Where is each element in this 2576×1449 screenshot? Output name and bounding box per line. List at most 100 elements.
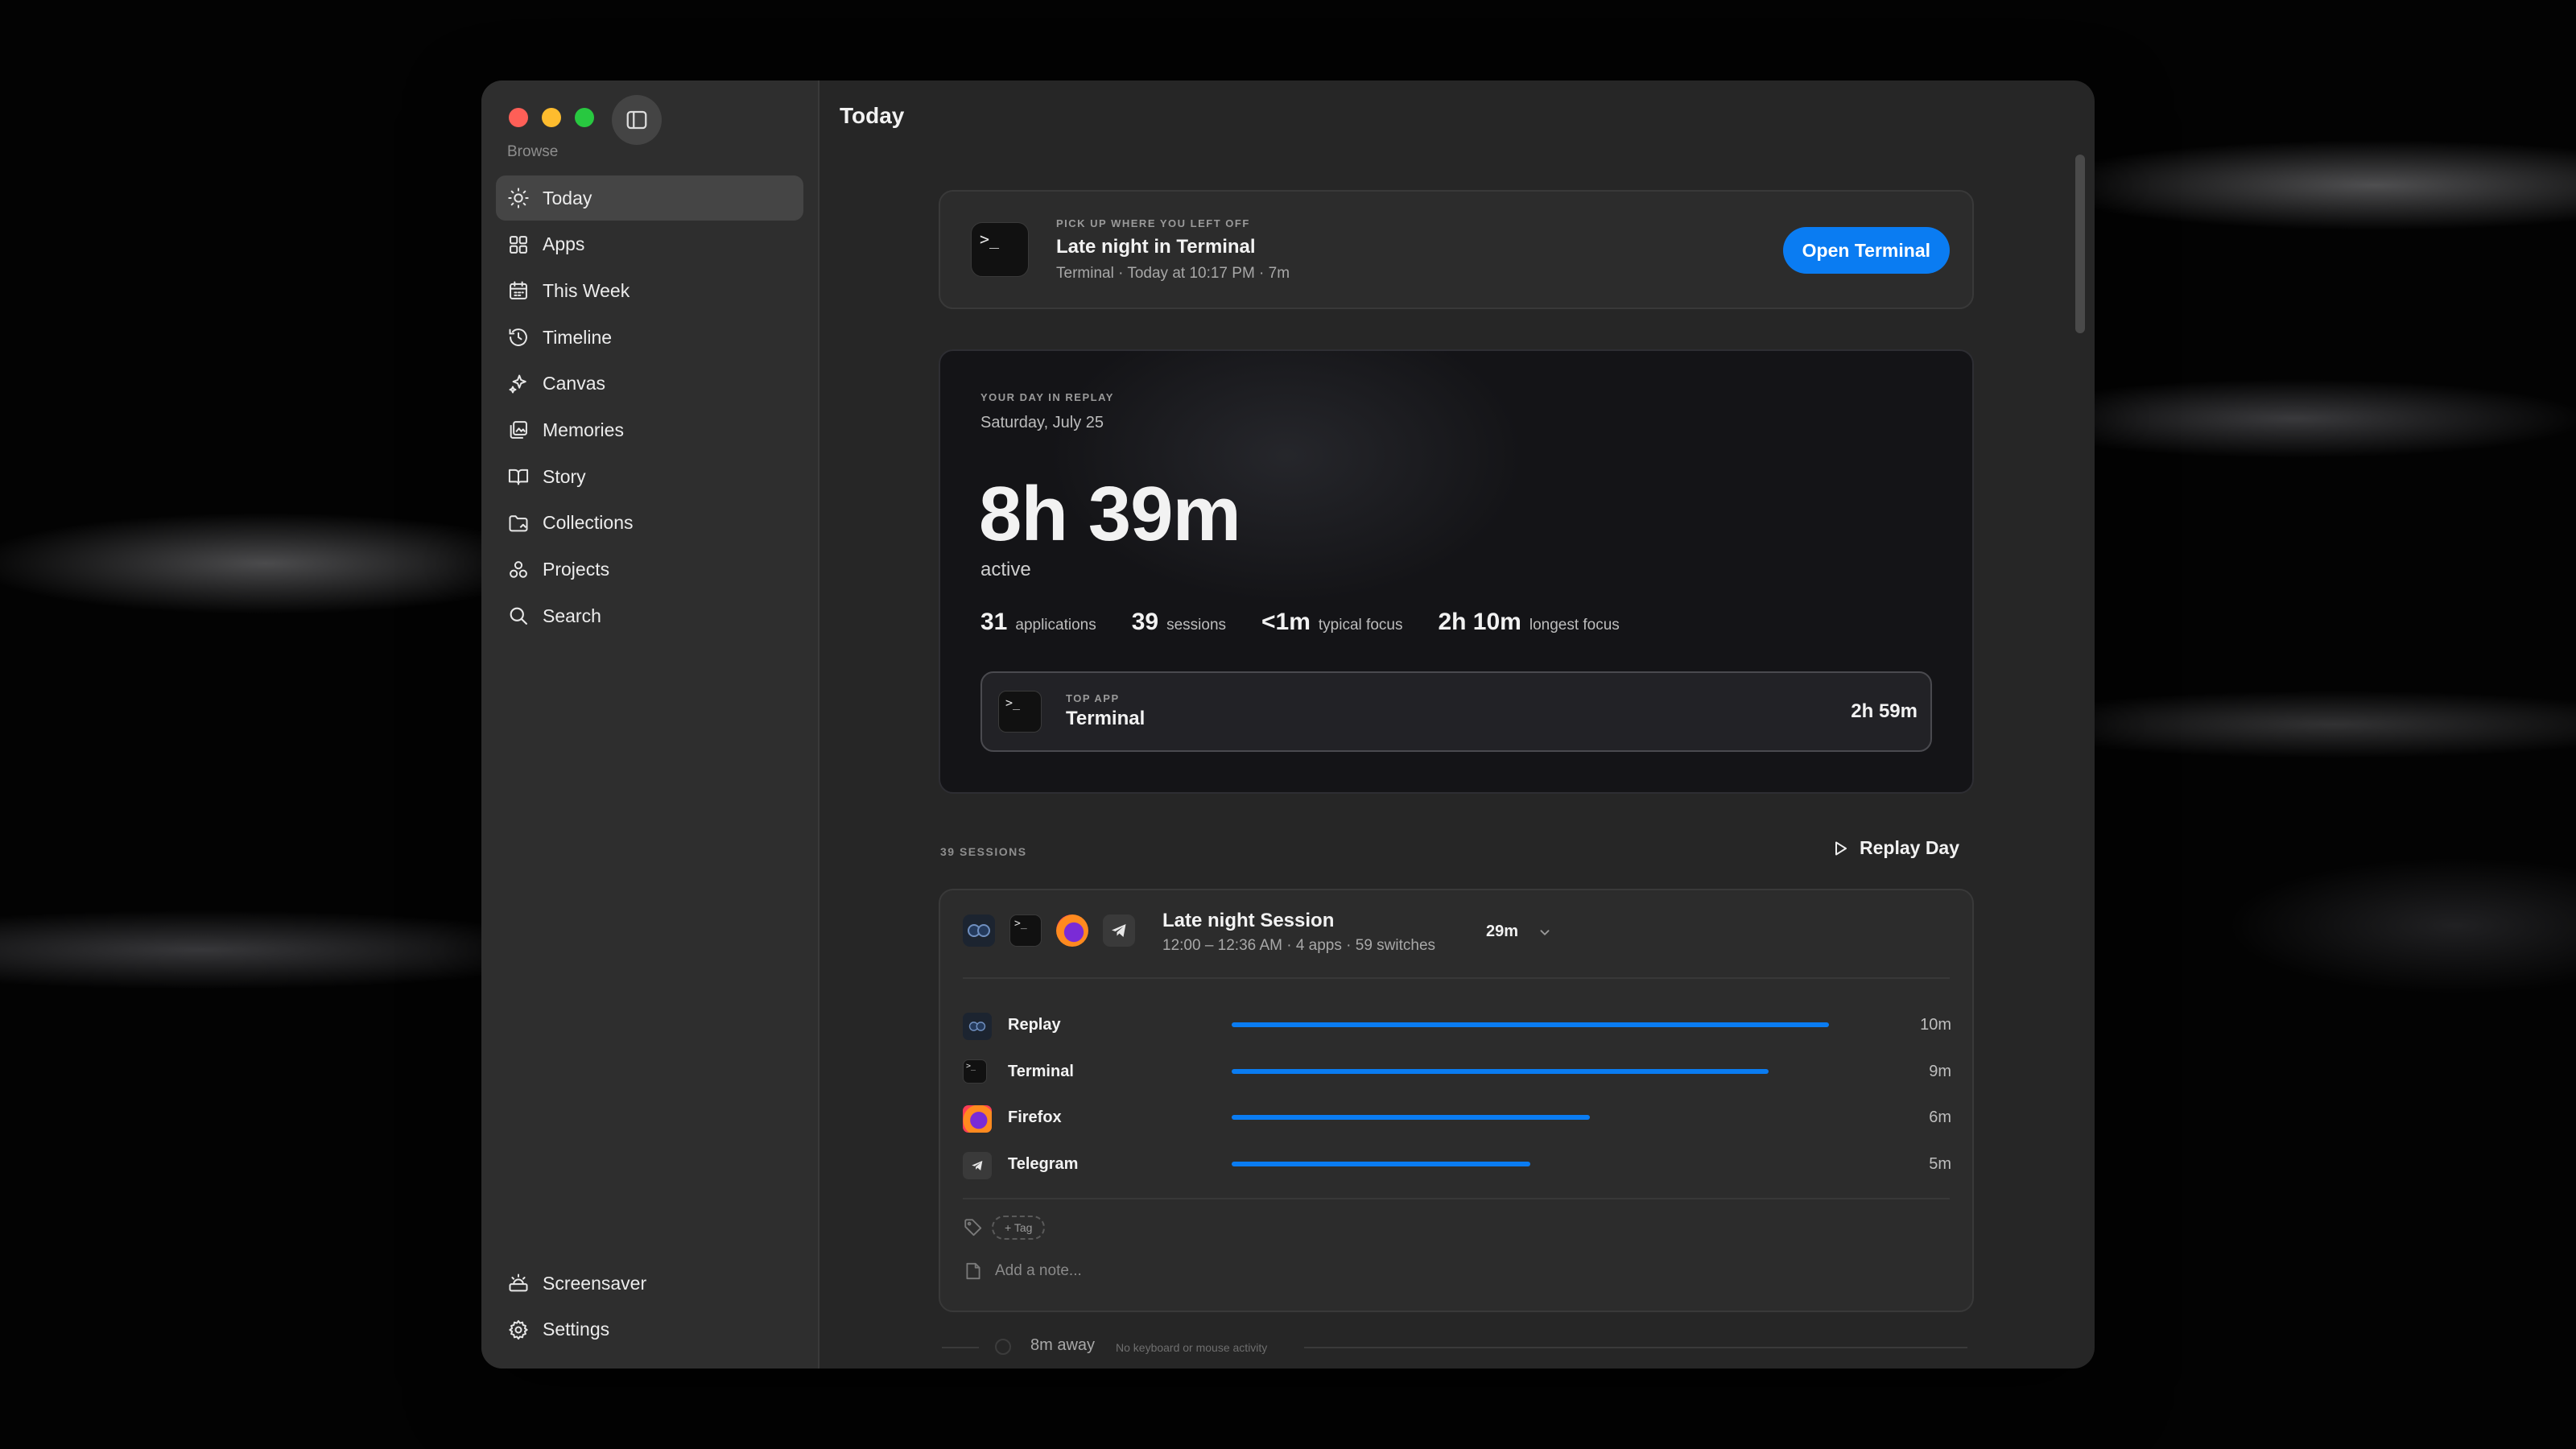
app-usage-bar-fill — [1232, 1022, 1829, 1027]
play-icon — [1835, 841, 1847, 855]
book-icon — [508, 469, 529, 485]
stat-value: <1m — [1261, 609, 1311, 635]
page-title: Today — [840, 103, 905, 128]
sidebar-item-timeline[interactable]: Timeline — [496, 315, 803, 360]
sidebar-item-apps[interactable]: Apps — [496, 222, 803, 267]
shapes-icon — [510, 560, 527, 578]
top-app-row[interactable]: >_ TOP APP Terminal 2h 59m — [980, 671, 1932, 752]
sidebar-item-memories[interactable]: Memories — [496, 407, 803, 452]
terminal-app-icon: >_ — [963, 1059, 987, 1084]
stat-label: sessions — [1166, 617, 1227, 634]
sidebar-item-label: Settings — [543, 1319, 610, 1340]
folder-icon — [509, 515, 528, 532]
sidebar-item-this-week[interactable]: This Week — [496, 268, 803, 313]
total-active-time: 8h 39m — [979, 471, 1241, 557]
stat-longest-focus: 2h 10m longest focus — [1438, 609, 1619, 636]
calendar-icon — [510, 281, 527, 300]
away-description: No keyboard or mouse activity — [1116, 1341, 1268, 1354]
terminal-prompt-icon: >_ — [980, 229, 1000, 249]
sparkles-icon — [509, 374, 526, 394]
stat-value: 2h 10m — [1438, 609, 1521, 635]
sessions-count-label: 39 SESSIONS — [940, 845, 1027, 858]
replay-day-label: Replay Day — [1860, 837, 1960, 858]
stat-label: typical focus — [1318, 617, 1403, 634]
terminal-app-icon: >_ — [971, 222, 1029, 277]
session-meta: 12:00 – 12:36 AM · 4 apps · 59 switches — [1162, 937, 1436, 954]
top-app-time: 2h 59m — [1851, 700, 1918, 722]
main-content: Today >_ PICK UP WHERE YOU LEFT OFF Late… — [819, 80, 2095, 1368]
open-terminal-button[interactable]: Open Terminal — [1782, 227, 1950, 274]
scrollbar-thumb[interactable] — [2075, 155, 2085, 333]
sidebar-item-label: Screensaver — [543, 1272, 647, 1294]
stat-typical-focus: <1m typical focus — [1261, 609, 1402, 636]
app-usage-name: Replay — [1008, 1016, 1061, 1034]
stat-applications: 31 applications — [980, 609, 1096, 636]
close-window-button[interactable] — [509, 108, 528, 127]
history-icon — [509, 328, 527, 346]
app-usage-row[interactable]: Replay 10m — [963, 1003, 1951, 1050]
stat-label: applications — [1015, 617, 1096, 634]
session-app-breakdown: Replay 10m >_ Terminal 9m Firefox 6m Tel… — [963, 1003, 1951, 1188]
app-usage-bar — [1232, 1115, 1850, 1121]
replay-logo-icon — [968, 1022, 986, 1031]
resume-meta: Terminal · Today at 10:17 PM · 7m — [1056, 265, 1290, 282]
chevron-down-icon — [1540, 929, 1550, 935]
app-usage-row[interactable]: >_ Terminal 9m — [963, 1050, 1951, 1096]
app-usage-bar — [1232, 1022, 1850, 1027]
tag-row: + Tag — [963, 1216, 1046, 1240]
away-line-left — [942, 1347, 979, 1348]
day-stats: 31 applications 39 sessions <1m typical foc… — [980, 609, 1620, 636]
terminal-prompt-icon: >_ — [1005, 696, 1021, 710]
sidebar-item-canvas[interactable]: Canvas — [496, 361, 803, 407]
sidebar-bottom-nav: Screensaver Settings — [496, 1261, 803, 1353]
app-usage-time: 6m — [1929, 1108, 1951, 1127]
sidebar-item-label: This Week — [543, 279, 630, 301]
sidebar-item-search[interactable]: Search — [496, 593, 803, 638]
sidebar-item-today[interactable]: Today — [496, 175, 803, 221]
top-app-eyebrow: TOP APP — [1066, 692, 1120, 704]
app-usage-row[interactable]: Telegram 5m — [963, 1142, 1951, 1189]
away-dot-icon — [995, 1339, 1011, 1355]
minimize-window-button[interactable] — [542, 108, 561, 127]
replay-date: Saturday, July 25 — [980, 414, 1104, 431]
stat-value: 39 — [1131, 609, 1159, 635]
search-icon — [510, 607, 527, 625]
app-usage-bar — [1232, 1161, 1850, 1166]
add-note-field[interactable]: Add a note... — [963, 1261, 1082, 1282]
away-line-right — [1304, 1347, 1967, 1348]
away-duration: 8m away — [1030, 1336, 1096, 1354]
app-usage-row[interactable]: Firefox 6m — [963, 1096, 1951, 1142]
zoom-window-button[interactable] — [575, 108, 594, 127]
sidebar-icon — [626, 110, 647, 130]
app-usage-name: Telegram — [1008, 1154, 1079, 1173]
note-placeholder: Add a note... — [995, 1262, 1082, 1279]
photos-icon — [510, 421, 527, 440]
replay-day-button[interactable]: Replay Day — [1831, 837, 1959, 859]
sidebar-item-collections[interactable]: Collections — [496, 501, 803, 546]
stat-sessions: 39 sessions — [1132, 609, 1226, 636]
away-gap-row: 8m away No keyboard or mouse activity — [942, 1333, 1974, 1362]
sidebar-item-settings[interactable]: Settings — [496, 1307, 803, 1352]
sidebar-item-projects[interactable]: Projects — [496, 547, 803, 592]
telegram-app-icon — [963, 1151, 992, 1179]
add-tag-button[interactable]: + Tag — [992, 1216, 1046, 1240]
app-usage-time: 9m — [1929, 1062, 1951, 1080]
firefox-app-icon — [1056, 914, 1088, 947]
app-window: Browse Today Apps This Week Timeline Can… — [481, 80, 2095, 1368]
top-app-name: Terminal — [1066, 708, 1146, 729]
sidebar-item-label: Collections — [543, 512, 634, 534]
sidebar-nav: Today Apps This Week Timeline Canvas Mem… — [496, 175, 803, 640]
session-divider — [963, 977, 1950, 979]
app-usage-name: Terminal — [1008, 1062, 1074, 1080]
sidebar-item-story[interactable]: Story — [496, 454, 803, 499]
sidebar-item-screensaver[interactable]: Screensaver — [496, 1261, 803, 1306]
replay-eyebrow: YOUR DAY IN REPLAY — [980, 391, 1114, 403]
replay-app-icon — [963, 1013, 992, 1040]
sidebar-toggle-button[interactable] — [612, 95, 662, 145]
app-usage-name: Firefox — [1008, 1108, 1062, 1127]
app-usage-time: 5m — [1929, 1154, 1951, 1173]
session-expand-toggle[interactable]: 29m — [1486, 923, 1554, 941]
app-usage-bar-fill — [1232, 1068, 1769, 1074]
replay-logo-icon — [968, 924, 990, 937]
resume-text: PICK UP WHERE YOU LEFT OFF Late night in… — [1056, 217, 1290, 283]
